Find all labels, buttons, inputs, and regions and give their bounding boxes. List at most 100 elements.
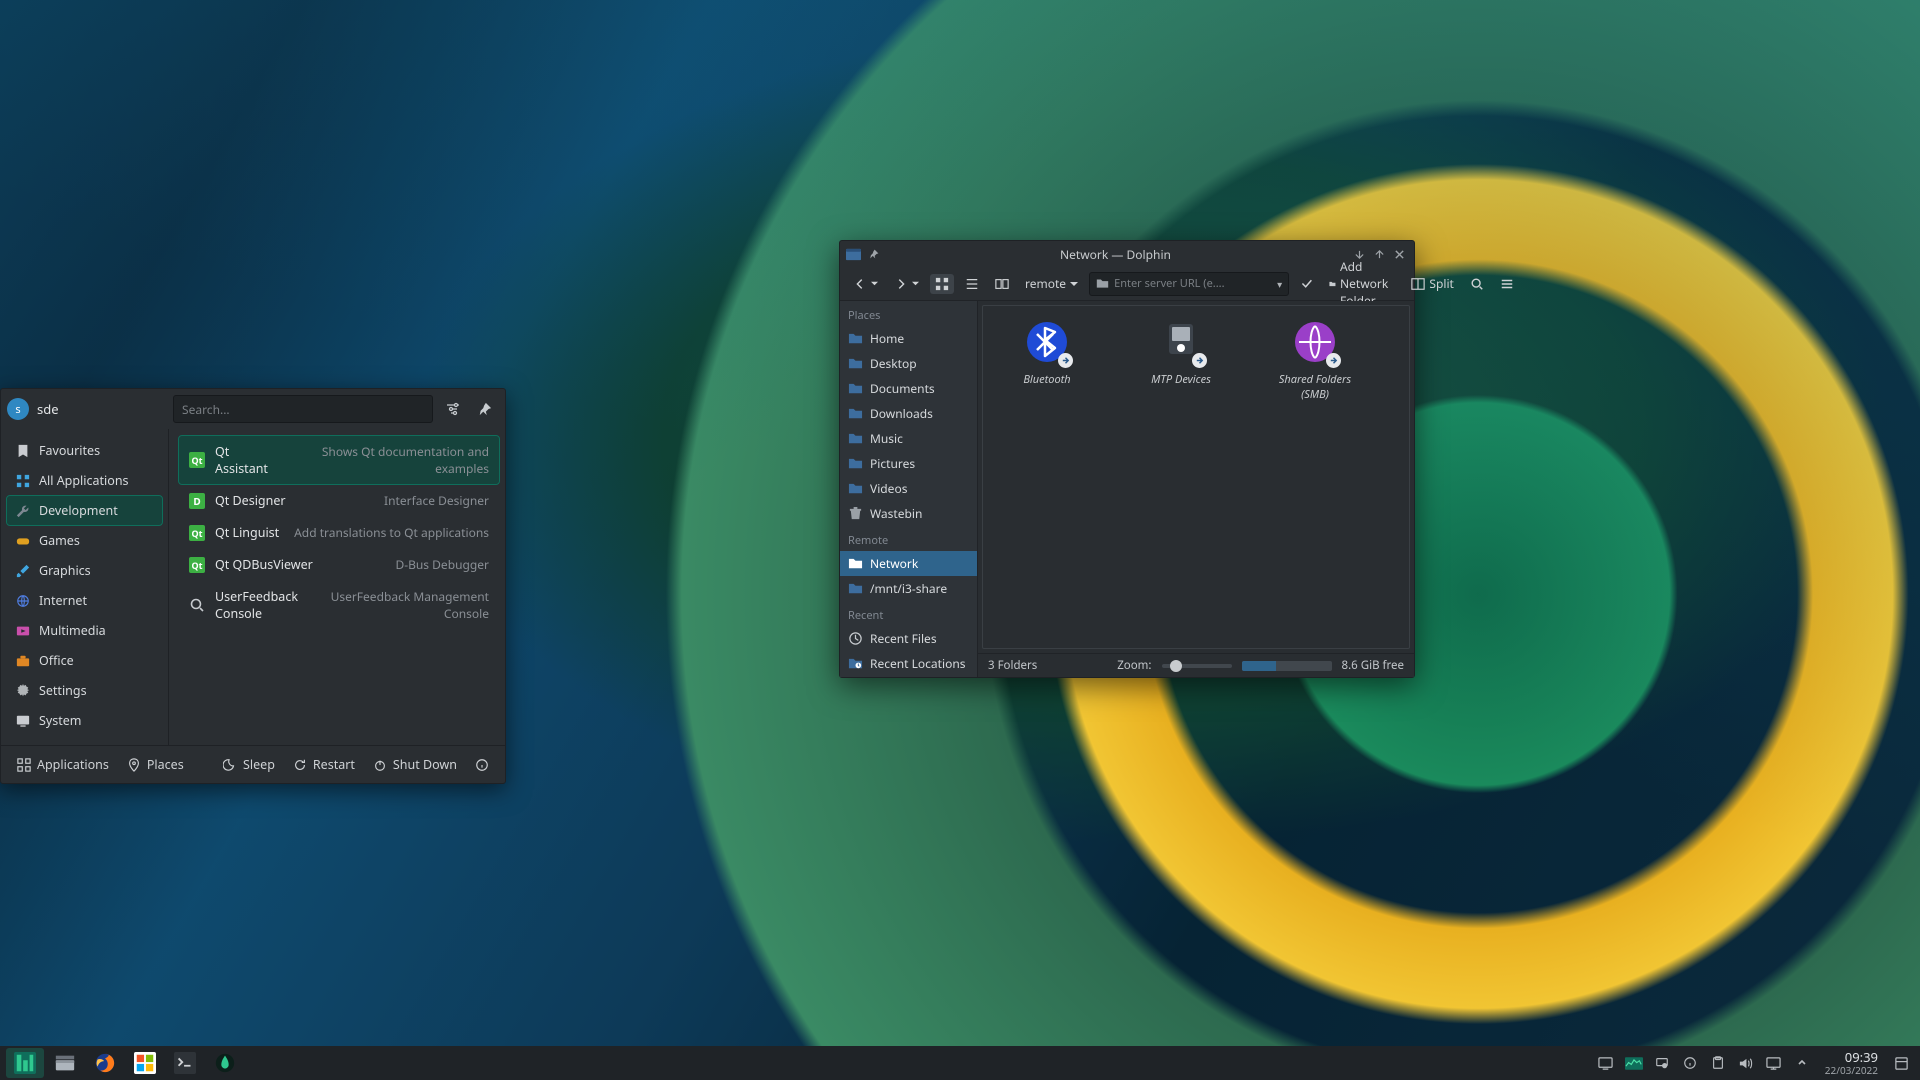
- url-go-button[interactable]: [1295, 274, 1318, 293]
- category-games[interactable]: Games: [7, 526, 162, 555]
- place-label: Music: [870, 430, 903, 447]
- svg-text:Qt: Qt: [191, 559, 202, 572]
- launcher-body: FavouritesAll ApplicationsDevelopmentGam…: [1, 429, 505, 745]
- place-recent-locations[interactable]: Recent Locations: [840, 651, 977, 676]
- user-avatar[interactable]: s: [7, 398, 29, 420]
- clock-icon: [848, 631, 863, 646]
- toolbar: remote ▾ Add Network Folder Split: [840, 267, 1414, 301]
- app-icon: [189, 597, 205, 613]
- app-qt-assistant[interactable]: QtQt AssistantShows Qt documentation and…: [179, 436, 499, 484]
- task-firefox[interactable]: [86, 1048, 124, 1078]
- svg-text:D: D: [193, 494, 200, 508]
- search-button[interactable]: [1465, 274, 1489, 294]
- category-graphics[interactable]: Graphics: [7, 556, 162, 585]
- info-icon[interactable]: [1677, 1050, 1703, 1076]
- place-pictures[interactable]: Pictures: [840, 451, 977, 476]
- chevron-down-icon[interactable]: ▾: [1277, 277, 1282, 291]
- place-label: Recent Locations: [870, 655, 966, 672]
- chevron-icon[interactable]: [1789, 1050, 1815, 1076]
- place-wastebin[interactable]: Wastebin: [840, 501, 977, 526]
- place-label: Wastebin: [870, 505, 922, 522]
- location-breadcrumb[interactable]: remote: [1020, 272, 1083, 295]
- place-music[interactable]: Music: [840, 426, 977, 451]
- category-multimedia[interactable]: Multimedia: [7, 616, 162, 645]
- file-mtp-devices[interactable]: MTP Devices: [1135, 318, 1227, 387]
- category-all-applications[interactable]: All Applications: [7, 466, 162, 495]
- forward-button[interactable]: [889, 274, 924, 294]
- file-bluetooth[interactable]: Bluetooth: [1001, 318, 1093, 387]
- category-settings[interactable]: Settings: [7, 676, 162, 705]
- smb-icon: [1291, 318, 1339, 366]
- pin-icon[interactable]: [473, 397, 497, 421]
- place-videos[interactable]: Videos: [840, 476, 977, 501]
- shutdown-button[interactable]: Shut Down: [367, 752, 463, 777]
- task-ms-store[interactable]: [126, 1048, 164, 1078]
- task-file-manager[interactable]: [46, 1048, 84, 1078]
- media-icon: [15, 623, 31, 639]
- category-office[interactable]: Office: [7, 646, 162, 675]
- app-name: Qt Assistant: [215, 443, 278, 477]
- url-nav-button[interactable]: [990, 274, 1014, 294]
- compact-view-button[interactable]: [960, 274, 984, 294]
- bookmark-icon: [15, 443, 31, 459]
- network-icon[interactable]: [1761, 1050, 1787, 1076]
- icon-view-button[interactable]: [930, 274, 954, 294]
- category-favourites[interactable]: Favourites: [7, 436, 162, 465]
- zoom-slider[interactable]: [1162, 664, 1232, 668]
- app-icon: D: [189, 493, 205, 509]
- category-development[interactable]: Development: [7, 496, 162, 525]
- place-desktop[interactable]: Desktop: [840, 351, 977, 376]
- task-terminal[interactable]: [166, 1048, 204, 1078]
- back-button[interactable]: [848, 274, 883, 294]
- pin-icon[interactable]: [1649, 1050, 1675, 1076]
- filter-icon[interactable]: [441, 397, 465, 421]
- dolphin-body: PlacesHomeDesktopDocumentsDownloadsMusic…: [840, 301, 1414, 677]
- place-home[interactable]: Home: [840, 326, 977, 351]
- app-userfeedback-console[interactable]: UserFeedback ConsoleUserFeedback Managem…: [179, 581, 499, 629]
- search-input[interactable]: [173, 395, 433, 423]
- task-app-launcher[interactable]: [6, 1048, 44, 1078]
- folder-recent-icon: [848, 656, 863, 671]
- sleep-label: Sleep: [243, 756, 275, 773]
- url-field[interactable]: [1114, 276, 1272, 291]
- file-shared-folders-smb-[interactable]: Shared Folders (SMB): [1269, 318, 1361, 402]
- task-aether[interactable]: [206, 1048, 244, 1078]
- restart-button[interactable]: Restart: [287, 752, 361, 777]
- places-tab[interactable]: Places: [121, 752, 190, 777]
- desktop-icon[interactable]: [1593, 1050, 1619, 1076]
- app-description: Shows Qt documentation and examples: [288, 443, 489, 477]
- free-space: 8.6 GiB free: [1342, 658, 1404, 673]
- pin-window-icon[interactable]: [865, 245, 883, 263]
- notification-icon[interactable]: [1888, 1050, 1914, 1076]
- app-qt-linguist[interactable]: QtQt LinguistAdd translations to Qt appl…: [179, 517, 499, 548]
- about-button[interactable]: [469, 754, 495, 776]
- taskbar: 09:39 22/03/2022: [0, 1046, 1920, 1080]
- clock[interactable]: 09:39 22/03/2022: [1817, 1050, 1886, 1075]
- content-area: Bluetooth MTP Devices Shared Folders (SMB)…: [978, 301, 1414, 677]
- sleep-button[interactable]: Sleep: [217, 752, 281, 777]
- place-recent-files[interactable]: Recent Files: [840, 626, 977, 651]
- place-documents[interactable]: Documents: [840, 376, 977, 401]
- split-button[interactable]: Split: [1406, 272, 1459, 295]
- hamburger-menu-button[interactable]: [1495, 274, 1519, 294]
- icon-grid[interactable]: Bluetooth MTP Devices Shared Folders (SMB): [982, 305, 1410, 649]
- place--mnt-i3-share[interactable]: /mnt/i3-share: [840, 576, 977, 601]
- applications-tab[interactable]: Applications: [11, 752, 115, 777]
- globe-icon: [15, 593, 31, 609]
- usage-icon[interactable]: [1621, 1050, 1647, 1076]
- category-list: FavouritesAll ApplicationsDevelopmentGam…: [1, 429, 169, 745]
- volume-icon[interactable]: [1733, 1050, 1759, 1076]
- url-input[interactable]: ▾: [1089, 272, 1289, 296]
- place-label: Network: [870, 555, 918, 572]
- search-field[interactable]: [182, 401, 424, 418]
- category-utilities[interactable]: Utilities: [7, 736, 162, 745]
- app-qt-designer[interactable]: DQt DesignerInterface Designer: [179, 485, 499, 516]
- category-internet[interactable]: Internet: [7, 586, 162, 615]
- category-label: Utilities: [39, 742, 83, 745]
- clipboard-icon[interactable]: [1705, 1050, 1731, 1076]
- category-system[interactable]: System: [7, 706, 162, 735]
- place-network[interactable]: Network: [840, 551, 977, 576]
- place-downloads[interactable]: Downloads: [840, 401, 977, 426]
- app-qt-qdbusviewer[interactable]: QtQt QDBusViewerD-Bus Debugger: [179, 549, 499, 580]
- app-description: D-Bus Debugger: [395, 556, 489, 573]
